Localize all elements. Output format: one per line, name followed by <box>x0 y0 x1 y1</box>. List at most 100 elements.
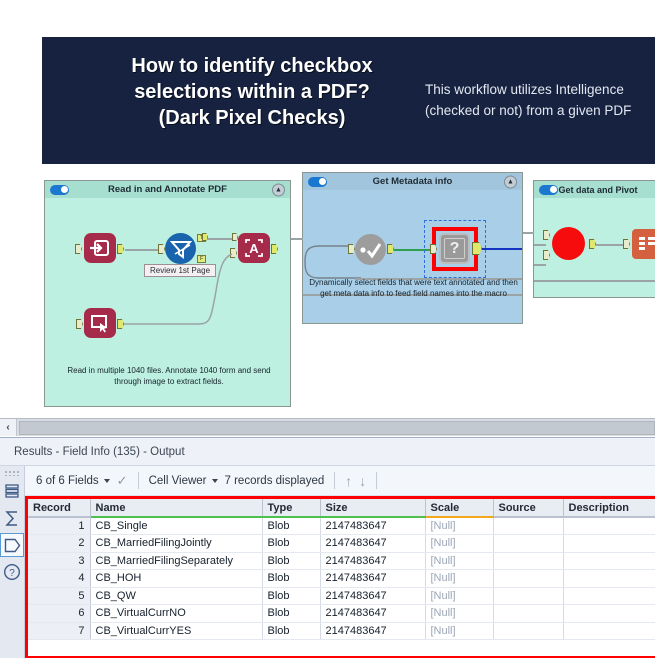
scrollbar-thumb[interactable] <box>19 420 655 435</box>
cell-type[interactable]: Blob <box>262 517 321 535</box>
cell-size[interactable]: 2147483647 <box>320 569 426 588</box>
cell-description[interactable] <box>563 604 655 623</box>
cell-source[interactable] <box>493 517 564 535</box>
cell-scale[interactable]: [Null] <box>425 587 494 605</box>
node-transform[interactable] <box>632 229 655 259</box>
node-join[interactable] <box>552 227 585 260</box>
col-type[interactable]: Type <box>262 499 321 518</box>
cell-source[interactable] <box>493 604 564 623</box>
cell-name[interactable]: CB_VirtualCurrNO <box>90 604 263 623</box>
output-port[interactable] <box>387 244 394 254</box>
col-description[interactable]: Description <box>563 499 655 518</box>
cell-name[interactable]: CB_QW <box>90 587 263 605</box>
input-port[interactable] <box>75 244 82 254</box>
tool-container-read-annotate-pdf[interactable]: Read in and Annotate PDF ▲ T F A Review … <box>44 180 291 407</box>
cell-record[interactable]: 6 <box>28 604 91 623</box>
tag-pentagon-icon[interactable] <box>0 533 24 557</box>
tool-container-get-metadata-info[interactable]: Get Metadata info ▲ ? Dynamically select… <box>302 172 523 324</box>
cell-scale[interactable]: [Null] <box>425 622 494 640</box>
tool-container-get-data-and-pivot[interactable]: Get data and Pivot <box>533 180 655 298</box>
cell-viewer-selector[interactable]: Cell Viewer <box>149 475 218 487</box>
chevron-left-icon[interactable]: ‹ <box>0 419 17 436</box>
cell-description[interactable] <box>563 587 655 605</box>
output-port[interactable] <box>117 244 124 254</box>
cell-record[interactable]: 4 <box>28 569 91 588</box>
cell-description[interactable] <box>563 569 655 588</box>
canvas-horizontal-scrollbar[interactable]: ‹ <box>0 418 655 436</box>
cell-size[interactable]: 2147483647 <box>320 622 426 640</box>
output-port-true[interactable] <box>202 233 208 241</box>
workflow-canvas[interactable]: How to identify checkbox selections with… <box>0 0 655 418</box>
table-row[interactable]: 4 CB_HOH Blob 2147483647 [Null] <box>28 569 655 588</box>
cell-record[interactable]: 1 <box>28 517 91 535</box>
table-row[interactable]: 5 CB_QW Blob 2147483647 [Null] <box>28 587 655 605</box>
output-port[interactable] <box>271 244 278 254</box>
cell-description[interactable] <box>563 622 655 640</box>
container-toggle[interactable] <box>539 184 558 195</box>
cell-size[interactable]: 2147483647 <box>320 552 426 570</box>
cell-size[interactable]: 2147483647 <box>320 587 426 605</box>
cell-size[interactable]: 2147483647 <box>320 517 426 535</box>
cell-scale[interactable]: [Null] <box>425 604 494 623</box>
results-grid-highlighted[interactable]: Record Name Type Size Scale Source Descr… <box>25 496 655 658</box>
cell-type[interactable]: Blob <box>262 587 321 605</box>
cell-description[interactable] <box>563 552 655 570</box>
cell-type[interactable]: Blob <box>262 604 321 623</box>
cell-scale[interactable]: [Null] <box>425 534 494 553</box>
chevron-down-icon[interactable] <box>103 478 110 483</box>
cell-size[interactable]: 2147483647 <box>320 534 426 553</box>
table-row[interactable]: 7 CB_VirtualCurrYES Blob 2147483647 [Null] <box>28 622 655 640</box>
table-row[interactable]: 3 CB_MarriedFilingSeparately Blob 214748364… <box>28 552 655 570</box>
collapse-up-icon[interactable]: ▲ <box>504 175 517 188</box>
input-port[interactable] <box>623 239 630 249</box>
cell-source[interactable] <box>493 569 564 588</box>
container-toggle[interactable] <box>308 176 327 187</box>
col-size[interactable]: Size <box>320 499 426 518</box>
collapse-up-icon[interactable]: ▲ <box>272 183 285 196</box>
list-rows-icon[interactable] <box>0 479 24 503</box>
drag-grip-icon[interactable] <box>3 470 21 476</box>
input-port-right[interactable] <box>543 250 550 260</box>
output-port[interactable] <box>117 319 124 329</box>
arrow-down-icon[interactable]: ↓ <box>359 473 366 489</box>
table-row[interactable]: 1 CB_Single Blob 2147483647 [Null] <box>28 517 655 535</box>
cell-name[interactable]: CB_Single <box>90 517 263 535</box>
cell-name[interactable]: CB_MarriedFilingSeparately <box>90 552 263 570</box>
cell-source[interactable] <box>493 552 564 570</box>
sigma-icon[interactable] <box>0 506 24 530</box>
cell-size[interactable]: 2147483647 <box>320 604 426 623</box>
cell-description[interactable] <box>563 517 655 535</box>
cell-name[interactable]: CB_MarriedFilingJointly <box>90 534 263 553</box>
col-record[interactable]: Record <box>28 499 91 518</box>
cell-type[interactable]: Blob <box>262 622 321 640</box>
cell-record[interactable]: 3 <box>28 552 91 570</box>
output-port[interactable] <box>589 239 596 249</box>
table-row[interactable]: 2 CB_MarriedFilingJointly Blob 2147483647 [N… <box>28 534 655 553</box>
cell-record[interactable]: 5 <box>28 587 91 605</box>
table-row[interactable]: 6 CB_VirtualCurrNO Blob 2147483647 [Null] <box>28 604 655 623</box>
cell-record[interactable]: 2 <box>28 534 91 553</box>
node-input-data[interactable] <box>84 233 116 263</box>
checkmark-icon[interactable]: ✓ <box>117 473 128 489</box>
input-port[interactable] <box>76 319 83 329</box>
arrow-up-icon[interactable]: ↑ <box>345 473 352 489</box>
col-source[interactable]: Source <box>493 499 564 518</box>
cell-type[interactable]: Blob <box>262 569 321 588</box>
cell-record[interactable]: 7 <box>28 622 91 640</box>
cell-name[interactable]: CB_VirtualCurrYES <box>90 622 263 640</box>
cell-source[interactable] <box>493 587 564 605</box>
node-macro[interactable]: ? <box>441 235 468 262</box>
col-name[interactable]: Name <box>90 499 263 518</box>
cell-type[interactable]: Blob <box>262 534 321 553</box>
node-image-template[interactable] <box>84 308 116 338</box>
help-question-icon[interactable]: ? <box>0 560 24 584</box>
cell-scale[interactable]: [Null] <box>425 517 494 535</box>
cell-type[interactable]: Blob <box>262 552 321 570</box>
input-port-left[interactable] <box>543 230 550 240</box>
cell-source[interactable] <box>493 622 564 640</box>
fields-selector[interactable]: 6 of 6 Fields <box>36 475 110 487</box>
cell-scale[interactable]: [Null] <box>425 552 494 570</box>
col-scale[interactable]: Scale <box>425 499 494 518</box>
cell-description[interactable] <box>563 534 655 553</box>
node-image-annotate[interactable]: A <box>238 233 270 263</box>
